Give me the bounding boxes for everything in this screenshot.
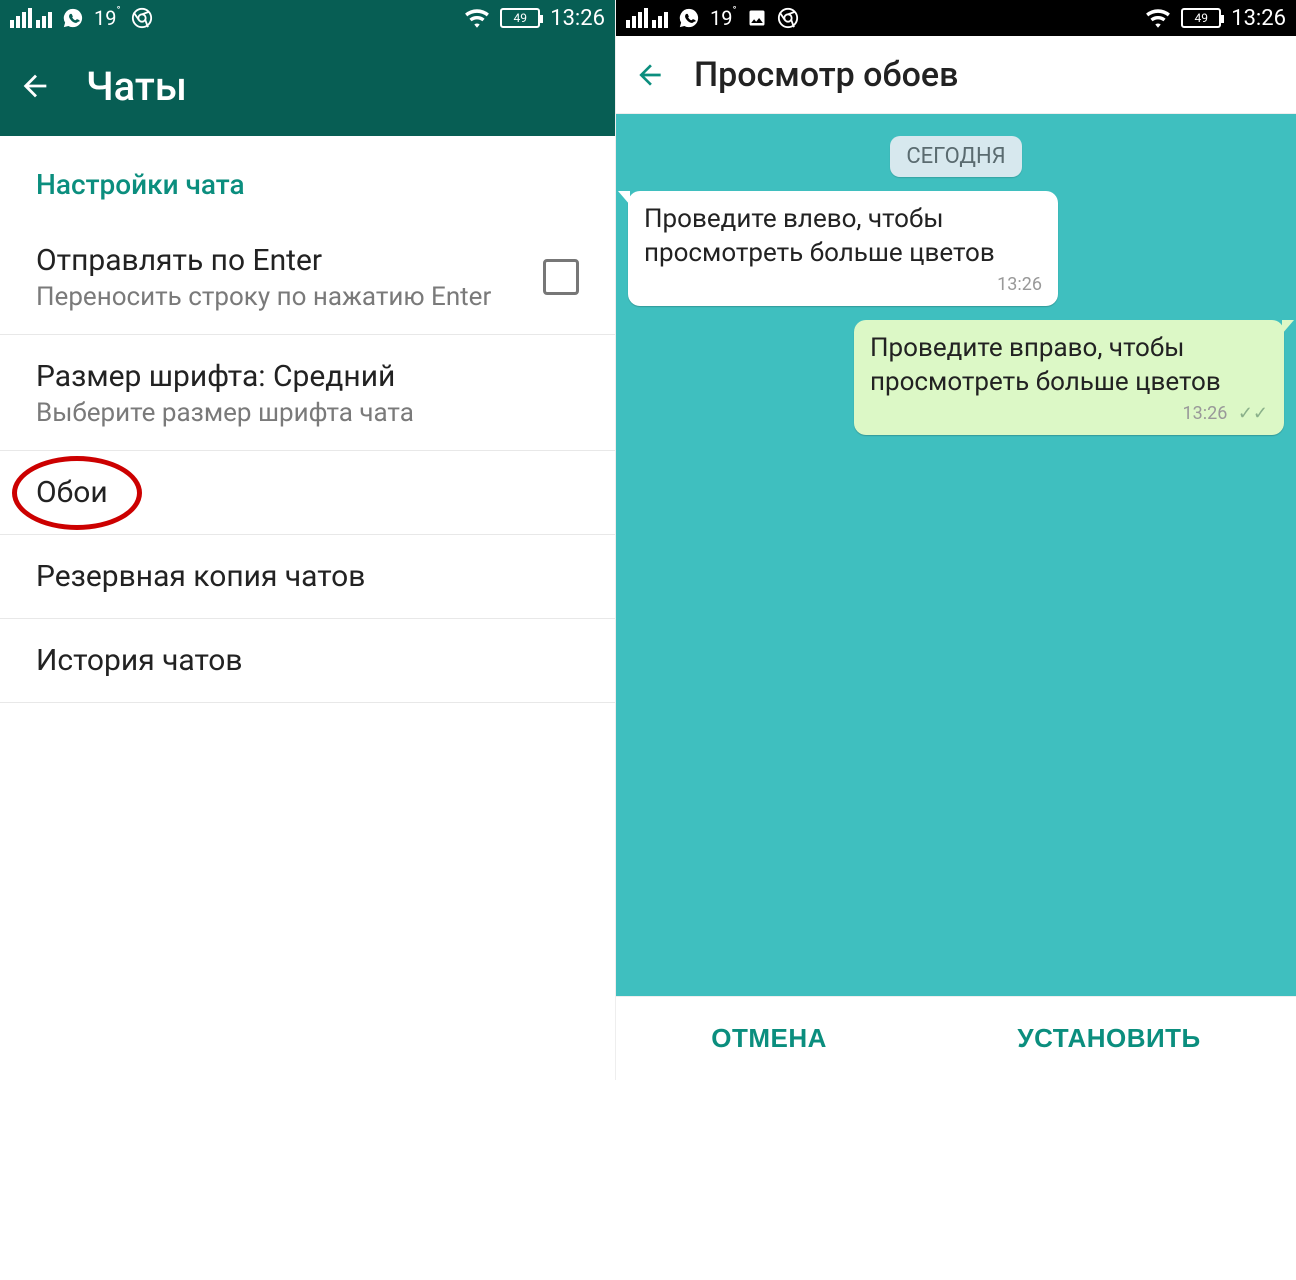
wallpaper-preview-area[interactable]: СЕГОДНЯ Проведите влево, чтобы просмотре… [616, 114, 1296, 996]
setting-font-size[interactable]: Размер шрифта: Средний Выберите размер ш… [0, 335, 615, 451]
page-title: Просмотр обоев [694, 55, 958, 95]
chrome-icon [777, 7, 799, 29]
date-pill: СЕГОДНЯ [890, 136, 1021, 177]
setting-enter-to-send[interactable]: Отправлять по Enter Переносить строку по… [0, 219, 615, 335]
screen-wallpaper-preview: 19° 49 13:26 Просмотр обоев СЕГОДНЯ Пров… [616, 0, 1296, 1080]
wifi-icon [464, 8, 490, 28]
section-header: Настройки чата [0, 150, 615, 219]
whatsapp-icon [678, 7, 700, 29]
signal-icon [626, 8, 668, 28]
setting-backup[interactable]: Резервная копия чатов [0, 535, 615, 619]
setting-subtitle: Переносить строку по нажатию Enter [36, 282, 543, 312]
setting-wallpaper[interactable]: Обои [0, 451, 615, 535]
message-text: Проведите вправо, чтобы просмотреть боль… [870, 333, 1221, 397]
clock: 13:26 [1231, 6, 1286, 31]
setting-title: Резервная копия чатов [36, 557, 579, 596]
status-bar: 19° 49 13:26 [0, 0, 615, 36]
app-bar: Просмотр обоев [616, 36, 1296, 114]
setting-title: Размер шрифта: Средний [36, 357, 579, 396]
message-text: Проведите влево, чтобы просмотреть больш… [644, 204, 995, 268]
message-time: 13:26 [644, 273, 1042, 296]
back-icon[interactable] [634, 59, 666, 91]
status-bar: 19° 49 13:26 [616, 0, 1296, 36]
read-ticks-icon: ✓✓ [1233, 403, 1268, 424]
temperature-indicator: 19° [94, 6, 121, 30]
temperature-indicator: 19° [710, 6, 737, 30]
setting-title: Обои [36, 473, 579, 512]
checkbox-icon[interactable] [543, 259, 579, 295]
wifi-icon [1145, 8, 1171, 28]
setting-subtitle: Выберите размер шрифта чата [36, 398, 579, 428]
page-title: Чаты [86, 63, 187, 110]
screen-chats-settings: 19° 49 13:26 Чаты Настройки чата Отправл… [0, 0, 616, 1080]
preview-message-outgoing: Проведите вправо, чтобы просмотреть боль… [854, 320, 1284, 435]
setting-title: Отправлять по Enter [36, 241, 543, 280]
preview-message-incoming: Проведите влево, чтобы просмотреть больш… [628, 191, 1058, 306]
app-bar: Чаты [0, 36, 615, 136]
whatsapp-icon [62, 7, 84, 29]
chrome-icon [131, 7, 153, 29]
clock: 13:26 [550, 6, 605, 31]
bottom-action-bar: ОТМЕНА УСТАНОВИТЬ [616, 996, 1296, 1080]
image-icon [747, 8, 767, 28]
settings-list: Настройки чата Отправлять по Enter Перен… [0, 136, 615, 1080]
setting-title: История чатов [36, 641, 579, 680]
signal-icon [10, 8, 52, 28]
back-icon[interactable] [18, 69, 52, 103]
battery-indicator: 49 [500, 8, 540, 28]
battery-indicator: 49 [1181, 8, 1221, 28]
cancel-button[interactable]: ОТМЕНА [711, 1023, 827, 1054]
apply-button[interactable]: УСТАНОВИТЬ [1017, 1023, 1200, 1054]
setting-history[interactable]: История чатов [0, 619, 615, 703]
message-time: 13:26 ✓✓ [870, 402, 1268, 425]
